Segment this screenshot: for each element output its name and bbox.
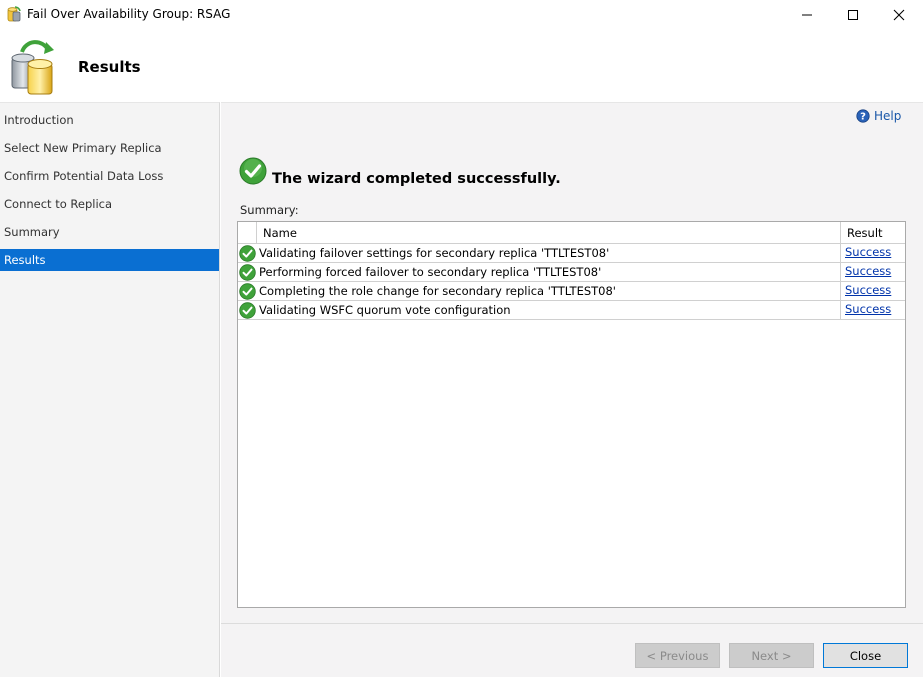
- minimize-button[interactable]: [784, 0, 830, 30]
- column-header-status: [238, 222, 257, 244]
- close-button[interactable]: Close: [823, 643, 908, 668]
- row-name: Completing the role change for secondary…: [259, 284, 616, 298]
- cell-separator: [840, 263, 841, 282]
- close-window-button[interactable]: [876, 0, 922, 30]
- cell-separator: [840, 301, 841, 320]
- close-icon: [893, 9, 905, 21]
- success-check-icon: [239, 302, 256, 319]
- column-header-name[interactable]: Name: [263, 226, 297, 240]
- result-link[interactable]: Success: [845, 302, 891, 316]
- success-check-icon: [239, 245, 256, 262]
- nav-item-introduction[interactable]: Introduction: [0, 109, 219, 131]
- nav-item-connect-to-replica[interactable]: Connect to Replica: [0, 193, 219, 215]
- cell-separator: [840, 282, 841, 301]
- row-name: Validating WSFC quorum vote configuratio…: [259, 303, 511, 317]
- page-title: Results: [78, 58, 141, 76]
- table-header: Name Result: [238, 222, 905, 244]
- database-refresh-icon: [11, 40, 54, 95]
- maximize-button[interactable]: [830, 0, 876, 30]
- result-link[interactable]: Success: [845, 283, 891, 297]
- success-check-icon: [239, 264, 256, 281]
- nav-item-select-new-primary-replica[interactable]: Select New Primary Replica: [0, 137, 219, 159]
- success-check-icon: [239, 157, 267, 185]
- status-message: The wizard completed successfully.: [272, 171, 561, 187]
- summary-label: Summary:: [240, 203, 299, 217]
- success-check-icon: [239, 283, 256, 300]
- nav-item-confirm-potential-data-loss[interactable]: Confirm Potential Data Loss: [0, 165, 219, 187]
- svg-text:?: ?: [860, 112, 866, 123]
- table-row[interactable]: Validating WSFC quorum vote configuratio…: [238, 301, 905, 320]
- main-panel: ? Help The wizard completed successfully…: [221, 102, 923, 677]
- results-table: Name Result Validating failover settings…: [237, 221, 906, 608]
- footer-divider: [221, 623, 923, 624]
- help-label: Help: [874, 109, 902, 123]
- table-row[interactable]: Performing forced failover to secondary …: [238, 263, 905, 282]
- previous-button[interactable]: < Previous: [635, 643, 720, 668]
- wizard-steps-nav: Introduction Select New Primary Replica …: [0, 102, 220, 677]
- completion-status: [239, 157, 267, 185]
- next-button[interactable]: Next >: [729, 643, 814, 668]
- window-title: Fail Over Availability Group: RSAG: [27, 7, 231, 21]
- database-wizard-icon: [7, 6, 21, 22]
- table-row[interactable]: Completing the role change for secondary…: [238, 282, 905, 301]
- column-separator[interactable]: [840, 222, 841, 244]
- help-icon: ?: [856, 109, 870, 123]
- nav-item-results[interactable]: Results: [0, 249, 219, 271]
- title-bar: Fail Over Availability Group: RSAG: [0, 0, 923, 30]
- result-link[interactable]: Success: [845, 264, 891, 278]
- table-row[interactable]: Validating failover settings for seconda…: [238, 244, 905, 263]
- column-header-result[interactable]: Result: [847, 226, 883, 240]
- nav-item-summary[interactable]: Summary: [0, 221, 219, 243]
- row-name: Performing forced failover to secondary …: [259, 265, 602, 279]
- help-link[interactable]: ? Help: [856, 109, 901, 123]
- maximize-icon: [848, 10, 858, 20]
- row-name: Validating failover settings for seconda…: [259, 246, 610, 260]
- wizard-header: Results: [0, 30, 923, 102]
- cell-separator: [840, 244, 841, 263]
- result-link[interactable]: Success: [845, 245, 891, 259]
- minimize-icon: [802, 14, 812, 16]
